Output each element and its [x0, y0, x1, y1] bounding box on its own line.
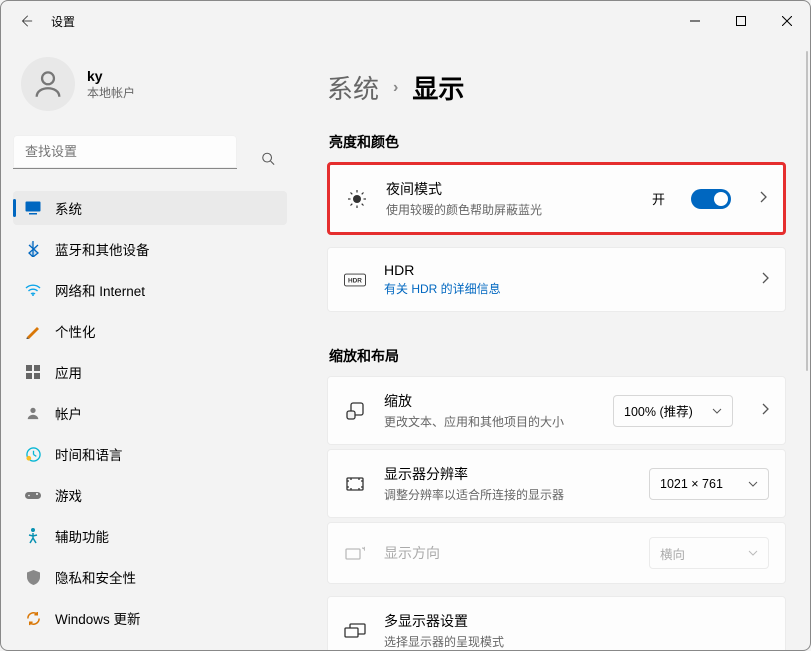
accounts-icon	[25, 405, 41, 421]
update-icon	[25, 610, 41, 626]
sidebar-item-system[interactable]: 系统	[13, 191, 287, 225]
resolution-dropdown[interactable]: 1021 × 761	[649, 468, 769, 500]
hdr-card[interactable]: HDR HDR 有关 HDR 的详细信息	[327, 247, 786, 312]
sidebar-item-accessibility[interactable]: 辅助功能	[13, 519, 287, 553]
avatar	[21, 57, 75, 111]
back-button[interactable]	[17, 12, 35, 30]
gaming-icon	[25, 487, 41, 503]
scale-card[interactable]: 缩放 更改文本、应用和其他项目的大小 100% (推荐)	[327, 376, 786, 445]
privacy-icon	[25, 569, 41, 585]
orientation-title: 显示方向	[384, 543, 631, 563]
user-block[interactable]: ky 本地帐户	[13, 41, 287, 131]
sidebar-item-label: 应用	[55, 362, 82, 382]
sidebar-item-label: 系统	[55, 198, 82, 218]
search-icon	[261, 152, 275, 171]
titlebar: 设置	[1, 1, 810, 41]
personalization-icon	[25, 323, 41, 339]
sidebar-item-label: 游戏	[55, 485, 82, 505]
sidebar-item-network[interactable]: 网络和 Internet	[13, 273, 287, 307]
apps-icon	[25, 364, 41, 380]
window-title: 设置	[51, 13, 75, 30]
main-content: 系统 › 显示 亮度和颜色 夜间模式 使用较暖的颜色帮助屏蔽蓝光 开 HDR	[299, 41, 810, 650]
hdr-title: HDR	[384, 262, 733, 278]
multi-display-sub: 选择显示器的呈现模式	[384, 633, 769, 650]
minimize-button[interactable]	[672, 1, 718, 41]
scale-value: 100% (推荐)	[624, 401, 693, 420]
expand-chevron-icon[interactable]	[761, 402, 769, 420]
scale-sub: 更改文本、应用和其他项目的大小	[384, 413, 595, 430]
sidebar-item-windows-update[interactable]: Windows 更新	[13, 601, 287, 635]
resolution-title: 显示器分辨率	[384, 464, 631, 484]
night-light-toggle[interactable]	[691, 189, 731, 209]
section-title-scale: 缩放和布局	[329, 346, 786, 366]
window-controls	[672, 1, 810, 41]
hdr-icon: HDR	[344, 273, 366, 287]
scale-dropdown[interactable]: 100% (推荐)	[613, 395, 733, 427]
scale-icon	[344, 402, 366, 420]
bluetooth-icon	[25, 241, 41, 257]
multi-display-icon	[344, 623, 366, 639]
sidebar-item-label: 帐户	[55, 403, 82, 423]
hdr-link[interactable]: 有关 HDR 的详细信息	[384, 280, 733, 297]
sidebar-item-label: 网络和 Internet	[55, 280, 145, 300]
expand-chevron-icon[interactable]	[759, 190, 767, 208]
resolution-card[interactable]: 显示器分辨率 调整分辨率以适合所连接的显示器 1021 × 761	[327, 449, 786, 518]
sidebar-item-label: Windows 更新	[55, 608, 141, 628]
night-light-title: 夜间模式	[386, 179, 634, 199]
resolution-sub: 调整分辨率以适合所连接的显示器	[384, 486, 631, 503]
resolution-value: 1021 × 761	[660, 477, 723, 491]
sidebar: ky 本地帐户 系统 蓝牙和其他设备 网络和 Internet 个性化	[1, 41, 299, 650]
sidebar-item-bluetooth[interactable]: 蓝牙和其他设备	[13, 232, 287, 266]
night-light-sub: 使用较暖的颜色帮助屏蔽蓝光	[386, 201, 634, 218]
breadcrumb-current: 显示	[412, 69, 464, 106]
maximize-button[interactable]	[718, 1, 764, 41]
close-button[interactable]	[764, 1, 810, 41]
network-icon	[25, 282, 41, 298]
chevron-right-icon: ›	[393, 79, 398, 97]
scale-title: 缩放	[384, 391, 595, 411]
sidebar-item-privacy[interactable]: 隐私和安全性	[13, 560, 287, 594]
chevron-down-icon	[748, 550, 758, 556]
scrollbar[interactable]	[802, 51, 808, 640]
sidebar-item-apps[interactable]: 应用	[13, 355, 287, 389]
night-light-icon	[346, 189, 368, 209]
sidebar-item-time-language[interactable]: 时间和语言	[13, 437, 287, 471]
chevron-down-icon	[748, 481, 758, 487]
sidebar-item-label: 辅助功能	[55, 526, 109, 546]
sidebar-item-personalization[interactable]: 个性化	[13, 314, 287, 348]
multi-display-title: 多显示器设置	[384, 611, 769, 631]
sidebar-item-label: 时间和语言	[55, 444, 123, 464]
accessibility-icon	[25, 528, 41, 544]
toggle-state-label: 开	[652, 189, 665, 208]
scroll-thumb[interactable]	[806, 51, 808, 371]
sidebar-item-label: 个性化	[55, 321, 96, 341]
orientation-value: 横向	[660, 544, 685, 563]
section-title-brightness: 亮度和颜色	[329, 132, 786, 152]
sidebar-item-label: 隐私和安全性	[55, 567, 136, 587]
multi-display-card[interactable]: 多显示器设置 选择显示器的呈现模式	[327, 596, 786, 650]
system-icon	[25, 200, 41, 216]
sidebar-item-gaming[interactable]: 游戏	[13, 478, 287, 512]
user-subtitle: 本地帐户	[87, 84, 135, 101]
resolution-icon	[344, 476, 366, 492]
orientation-dropdown: 横向	[649, 537, 769, 569]
breadcrumb: 系统 › 显示	[327, 69, 786, 106]
orientation-icon	[344, 546, 366, 560]
sidebar-item-label: 蓝牙和其他设备	[55, 239, 150, 259]
svg-text:HDR: HDR	[348, 277, 362, 284]
user-name: ky	[87, 68, 135, 84]
orientation-card: 显示方向 横向	[327, 522, 786, 584]
search-input[interactable]	[13, 135, 237, 169]
time-icon	[25, 446, 41, 462]
sidebar-item-accounts[interactable]: 帐户	[13, 396, 287, 430]
breadcrumb-root[interactable]: 系统	[327, 69, 379, 106]
chevron-down-icon	[712, 408, 722, 414]
night-light-card[interactable]: 夜间模式 使用较暖的颜色帮助屏蔽蓝光 开	[327, 162, 786, 235]
expand-chevron-icon[interactable]	[761, 271, 769, 289]
